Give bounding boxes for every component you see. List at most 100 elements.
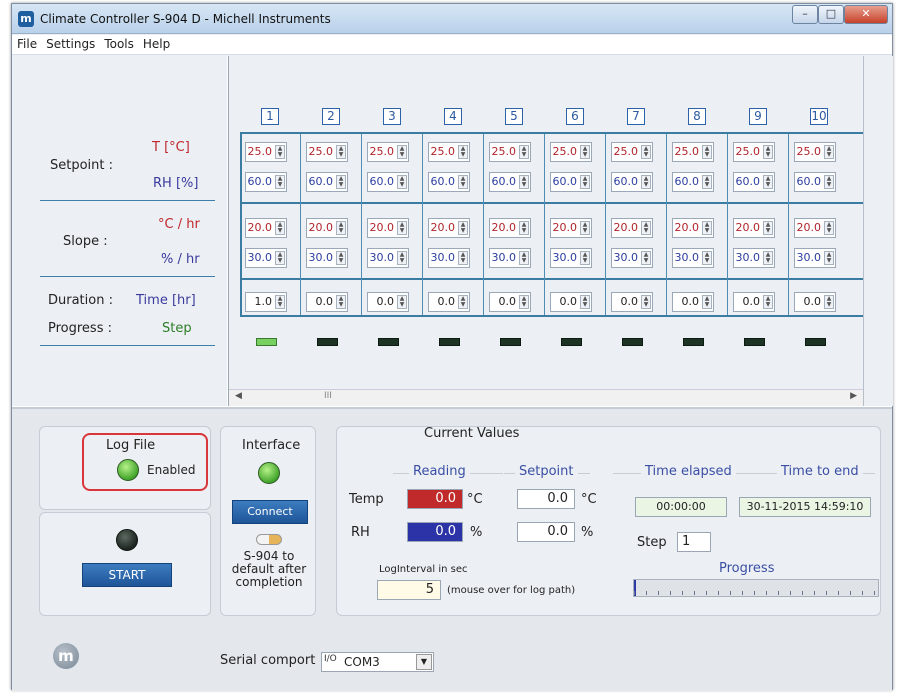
spinner-arrows-icon[interactable]: ▲ ▼ <box>458 175 468 189</box>
setpoint-rh-field[interactable]: 60.0 ▲ ▼ <box>672 172 714 192</box>
spinner-arrows-icon[interactable]: ▲ ▼ <box>275 221 285 235</box>
spinner-arrows-icon[interactable]: ▲ ▼ <box>458 251 468 265</box>
close-button[interactable]: ✕ <box>844 5 888 24</box>
loginterval-field[interactable]: 5 <box>377 580 441 600</box>
duration-field[interactable]: 1.0 ▲ ▼ <box>245 292 287 312</box>
spinner-arrows-icon[interactable]: ▲ ▼ <box>763 175 773 189</box>
spinner-arrows-icon[interactable]: ▲ ▼ <box>824 221 834 235</box>
spinner-arrows-icon[interactable]: ▲ ▼ <box>580 295 590 309</box>
slope-t-field[interactable]: 20.0 ▲ ▼ <box>550 218 592 238</box>
spinner-arrows-icon[interactable]: ▲ ▼ <box>458 145 468 159</box>
slope-rh-field[interactable]: 30.0 ▲ ▼ <box>428 248 470 268</box>
spinner-arrows-icon[interactable]: ▲ ▼ <box>336 175 346 189</box>
scroll-left-icon[interactable]: ◀ <box>235 391 242 401</box>
setpoint-t-field[interactable]: 25.0 ▲ ▼ <box>367 142 409 162</box>
menu-file[interactable]: File <box>12 35 41 51</box>
setpoint-t-field[interactable]: 25.0 ▲ ▼ <box>550 142 592 162</box>
slope-t-field[interactable]: 20.0 ▲ ▼ <box>367 218 409 238</box>
menu-help[interactable]: Help <box>138 35 174 51</box>
slope-t-field[interactable]: 20.0 ▲ ▼ <box>306 218 348 238</box>
spinner-arrows-icon[interactable]: ▲ ▼ <box>519 175 529 189</box>
spinner-arrows-icon[interactable]: ▲ ▼ <box>763 251 773 265</box>
menu-settings[interactable]: Settings <box>41 35 99 51</box>
slope-rh-field[interactable]: 30.0 ▲ ▼ <box>306 248 348 268</box>
spinner-arrows-icon[interactable]: ▲ ▼ <box>275 295 285 309</box>
duration-field[interactable]: 0.0 ▲ ▼ <box>550 292 592 312</box>
slope-rh-field[interactable]: 30.0 ▲ ▼ <box>550 248 592 268</box>
setpoint-rh-field[interactable]: 60.0 ▲ ▼ <box>245 172 287 192</box>
setpoint-rh-field[interactable]: 60.0 ▲ ▼ <box>428 172 470 192</box>
spinner-arrows-icon[interactable]: ▲ ▼ <box>397 295 407 309</box>
spinner-arrows-icon[interactable]: ▲ ▼ <box>519 295 529 309</box>
slope-t-field[interactable]: 20.0 ▲ ▼ <box>611 218 653 238</box>
slope-rh-field[interactable]: 30.0 ▲ ▼ <box>794 248 836 268</box>
chevron-down-icon[interactable]: ▼ <box>416 654 432 670</box>
setpoint-rh-field[interactable]: 60.0 ▲ ▼ <box>733 172 775 192</box>
setpoint-t-field[interactable]: 25.0 ▲ ▼ <box>245 142 287 162</box>
spinner-arrows-icon[interactable]: ▲ ▼ <box>580 221 590 235</box>
spinner-arrows-icon[interactable]: ▲ ▼ <box>580 145 590 159</box>
setpoint-t-field[interactable]: 25.0 ▲ ▼ <box>611 142 653 162</box>
slope-rh-field[interactable]: 30.0 ▲ ▼ <box>672 248 714 268</box>
duration-field[interactable]: 0.0 ▲ ▼ <box>733 292 775 312</box>
spinner-arrows-icon[interactable]: ▲ ▼ <box>336 251 346 265</box>
spinner-arrows-icon[interactable]: ▲ ▼ <box>397 251 407 265</box>
spinner-arrows-icon[interactable]: ▲ ▼ <box>397 145 407 159</box>
duration-field[interactable]: 0.0 ▲ ▼ <box>611 292 653 312</box>
spinner-arrows-icon[interactable]: ▲ ▼ <box>824 145 834 159</box>
spinner-arrows-icon[interactable]: ▲ ▼ <box>458 295 468 309</box>
slope-rh-field[interactable]: 30.0 ▲ ▼ <box>489 248 531 268</box>
spinner-arrows-icon[interactable]: ▲ ▼ <box>702 145 712 159</box>
duration-field[interactable]: 0.0 ▲ ▼ <box>672 292 714 312</box>
default-toggle-icon[interactable] <box>256 534 282 545</box>
spinner-arrows-icon[interactable]: ▲ ▼ <box>702 251 712 265</box>
duration-field[interactable]: 0.0 ▲ ▼ <box>306 292 348 312</box>
spinner-arrows-icon[interactable]: ▲ ▼ <box>641 251 651 265</box>
slope-rh-field[interactable]: 30.0 ▲ ▼ <box>611 248 653 268</box>
spinner-arrows-icon[interactable]: ▲ ▼ <box>824 251 834 265</box>
setpoint-t-field[interactable]: 25.0 ▲ ▼ <box>794 142 836 162</box>
spinner-arrows-icon[interactable]: ▲ ▼ <box>763 221 773 235</box>
setpoint-t-field[interactable]: 25.0 ▲ ▼ <box>306 142 348 162</box>
spinner-arrows-icon[interactable]: ▲ ▼ <box>641 175 651 189</box>
duration-field[interactable]: 0.0 ▲ ▼ <box>367 292 409 312</box>
setpoint-t-field[interactable]: 25.0 ▲ ▼ <box>733 142 775 162</box>
maximize-button[interactable]: □ <box>818 5 844 24</box>
setpoint-t-field[interactable]: 25.0 ▲ ▼ <box>428 142 470 162</box>
start-button[interactable]: START <box>82 563 172 587</box>
spinner-arrows-icon[interactable]: ▲ ▼ <box>702 221 712 235</box>
spinner-arrows-icon[interactable]: ▲ ▼ <box>763 145 773 159</box>
spinner-arrows-icon[interactable]: ▲ ▼ <box>580 251 590 265</box>
spinner-arrows-icon[interactable]: ▲ ▼ <box>519 251 529 265</box>
spinner-arrows-icon[interactable]: ▲ ▼ <box>519 145 529 159</box>
slope-t-field[interactable]: 20.0 ▲ ▼ <box>245 218 287 238</box>
duration-field[interactable]: 0.0 ▲ ▼ <box>489 292 531 312</box>
setpoint-rh-field[interactable]: 60.0 ▲ ▼ <box>611 172 653 192</box>
spinner-arrows-icon[interactable]: ▲ ▼ <box>763 295 773 309</box>
setpoint-rh-field[interactable]: 60.0 ▲ ▼ <box>367 172 409 192</box>
spinner-arrows-icon[interactable]: ▲ ▼ <box>336 145 346 159</box>
setpoint-rh-field[interactable]: 60.0 ▲ ▼ <box>794 172 836 192</box>
slope-t-field[interactable]: 20.0 ▲ ▼ <box>672 218 714 238</box>
menu-tools[interactable]: Tools <box>99 35 138 51</box>
connect-button[interactable]: Connect <box>232 500 308 524</box>
spinner-arrows-icon[interactable]: ▲ ▼ <box>641 295 651 309</box>
slope-rh-field[interactable]: 30.0 ▲ ▼ <box>733 248 775 268</box>
setpoint-rh-field[interactable]: 60.0 ▲ ▼ <box>550 172 592 192</box>
setpoint-t-field[interactable]: 25.0 ▲ ▼ <box>489 142 531 162</box>
spinner-arrows-icon[interactable]: ▲ ▼ <box>824 175 834 189</box>
spinner-arrows-icon[interactable]: ▲ ▼ <box>702 175 712 189</box>
duration-field[interactable]: 0.0 ▲ ▼ <box>428 292 470 312</box>
duration-field[interactable]: 0.0 ▲ ▼ <box>794 292 836 312</box>
slope-t-field[interactable]: 20.0 ▲ ▼ <box>794 218 836 238</box>
log-enabled-led-icon[interactable] <box>117 459 139 481</box>
spinner-arrows-icon[interactable]: ▲ ▼ <box>336 295 346 309</box>
spinner-arrows-icon[interactable]: ▲ ▼ <box>702 295 712 309</box>
slope-t-field[interactable]: 20.0 ▲ ▼ <box>733 218 775 238</box>
serial-comport-select[interactable]: I/O COM3 ▼ <box>321 652 434 672</box>
spinner-arrows-icon[interactable]: ▲ ▼ <box>458 221 468 235</box>
spinner-arrows-icon[interactable]: ▲ ▼ <box>275 145 285 159</box>
spinner-arrows-icon[interactable]: ▲ ▼ <box>336 221 346 235</box>
slope-t-field[interactable]: 20.0 ▲ ▼ <box>489 218 531 238</box>
spinner-arrows-icon[interactable]: ▲ ▼ <box>641 145 651 159</box>
